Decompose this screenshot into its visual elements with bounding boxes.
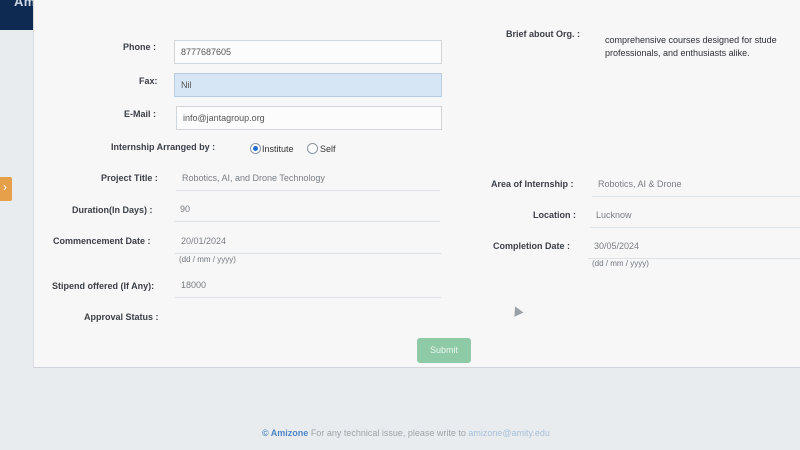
project-title-label: Project Title : [101, 173, 158, 183]
email-label: E-Mail : [124, 109, 157, 119]
internship-form-card: Phone : 8777687605 Fax: Nil E-Mail : inf… [33, 0, 800, 368]
fax-label: Fax: [139, 76, 158, 86]
commencement-label: Commencement Date : [53, 236, 151, 246]
area-of-internship-label: Area of Internship : [491, 179, 574, 189]
self-radio[interactable] [307, 143, 318, 154]
brief-line: professionals, and enthusiasts alike. [605, 48, 750, 58]
institute-radio-label[interactable]: Institute [262, 144, 294, 154]
completion-format-hint: (dd / mm / yyyy) [592, 259, 649, 268]
support-email-link[interactable]: amizone@amity.edu [468, 428, 550, 438]
completion-date-label: Completion Date : [493, 241, 571, 251]
arranged-by-label: Internship Arranged by : [111, 142, 216, 152]
email-field[interactable]: info@jantagroup.org [176, 106, 442, 130]
duration-label: Duration(In Days) : [72, 205, 153, 215]
commencement-date-field[interactable]: 20/01/2024 [175, 230, 441, 254]
completion-date-field[interactable]: 30/05/2024 [588, 235, 800, 259]
approval-status-label: Approval Status : [84, 312, 159, 322]
footer-text: For any technical issue, please write to [308, 428, 469, 438]
self-radio-label[interactable]: Self [320, 144, 336, 154]
brief-about-org-label: Brief about Org. : [506, 29, 580, 39]
area-of-internship-field[interactable]: Robotics, AI & Drone [592, 173, 800, 197]
institute-radio[interactable] [250, 143, 261, 154]
phone-field[interactable]: 8777687605 [174, 40, 442, 64]
submit-button[interactable]: Submit [417, 338, 471, 363]
fax-field[interactable]: Nil [174, 73, 442, 97]
phone-label: Phone : [123, 42, 156, 52]
footer: © Amizone For any technical issue, pleas… [262, 428, 550, 438]
location-label: Location : [533, 210, 576, 220]
stipend-label: Stipend offered (If Any): [52, 281, 155, 291]
brief-line: comprehensive courses designed for stude [605, 35, 777, 45]
brief-about-org-text: comprehensive courses designed for stude… [605, 34, 777, 60]
footer-brand: © Amizone [262, 428, 309, 438]
sidebar-toggle[interactable] [0, 177, 12, 201]
location-field[interactable]: Lucknow [590, 204, 800, 228]
commencement-format-hint: (dd / mm / yyyy) [179, 255, 236, 264]
project-title-field[interactable]: Robotics, AI, and Drone Technology [176, 167, 440, 191]
duration-field[interactable]: 90 [174, 198, 440, 222]
stipend-field[interactable]: 18000 [175, 274, 441, 298]
